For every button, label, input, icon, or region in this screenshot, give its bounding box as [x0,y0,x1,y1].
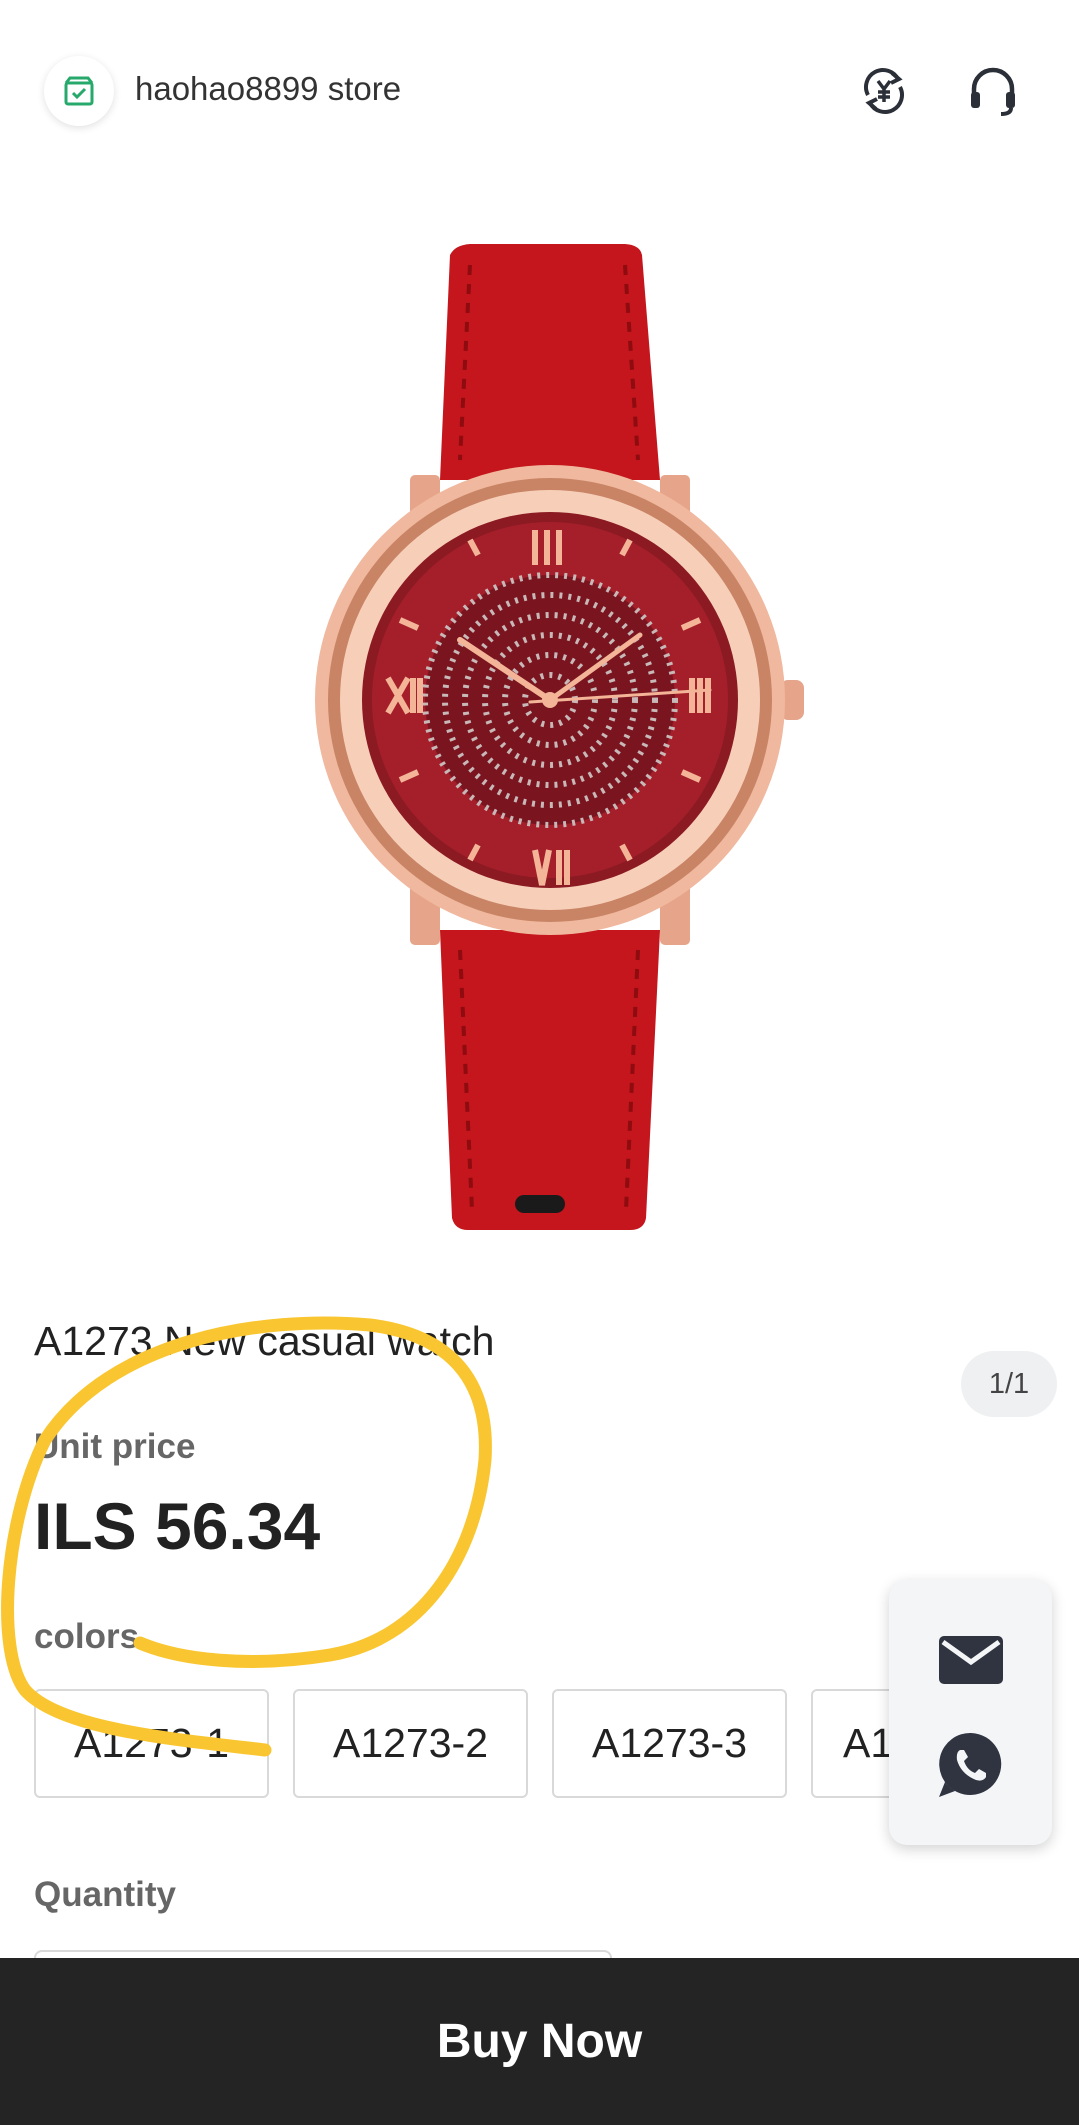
store-name[interactable]: haohao8899 store [135,70,401,108]
image-counter: 1/1 [961,1351,1057,1417]
whatsapp-icon[interactable] [931,1725,1011,1805]
unit-price-label: Unit price [34,1427,196,1466]
color-options: A1273-1 A1273-2 A1273-3 A1 [34,1689,894,1799]
red-leather-watch [315,244,804,1230]
quantity-label: Quantity [34,1875,176,1914]
buy-now-button[interactable]: Buy Now [0,1958,1079,2125]
store-check-icon[interactable] [44,56,114,126]
store-header: haohao8899 store [0,0,1079,180]
currency-exchange-icon[interactable] [853,60,915,122]
mail-icon[interactable] [931,1620,1011,1700]
unit-price-value: ILS 56.34 [34,1489,321,1563]
product-gallery[interactable]: 1/1 [0,180,1079,1417]
color-option[interactable]: A1 [811,1689,894,1798]
color-option[interactable]: A1273-1 [34,1689,269,1798]
headset-icon[interactable] [962,60,1024,122]
colors-label: colors [34,1617,140,1656]
contact-panel [889,1580,1052,1845]
color-option[interactable]: A1273-2 [293,1689,528,1798]
product-title: A1273 New casual watch [34,1318,495,1364]
color-option[interactable]: A1273-3 [552,1689,787,1798]
